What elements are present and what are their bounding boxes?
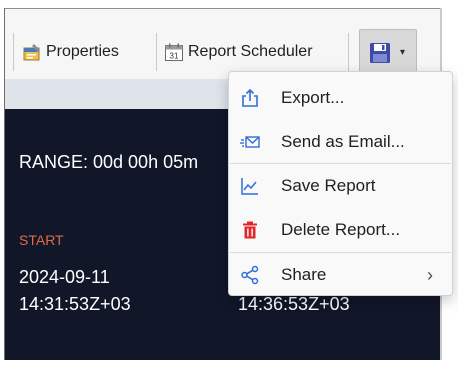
calendar-icon: 31 <box>164 42 184 62</box>
trash-icon <box>240 220 260 240</box>
menu-item-share[interactable]: Share › <box>229 253 452 297</box>
menu-item-label: Share <box>281 265 327 284</box>
chevron-down-icon[interactable]: ▾ <box>400 48 405 58</box>
chart-save-icon <box>240 176 260 196</box>
range-text: RANGE: 00d 00h 05m <box>19 152 199 172</box>
toolbar-separator <box>348 33 349 71</box>
menu-item-delete-report[interactable]: Delete Report... <box>229 208 452 252</box>
toolbar-separator <box>156 33 157 71</box>
menu-item-send-as-email[interactable]: Send as Email... <box>229 120 452 164</box>
menu-item-label: Delete Report... <box>281 220 401 239</box>
share-icon <box>240 265 260 285</box>
chevron-right-icon: › <box>427 265 433 285</box>
floppy-disk-icon <box>368 41 392 65</box>
start-date: 2024-09-11 <box>19 267 110 287</box>
save-dropdown-menu: Export... Send as Email... Save Report D… <box>228 71 453 296</box>
properties-label: Properties <box>46 43 119 60</box>
toolbar-separator <box>13 33 14 71</box>
save-dropdown-button[interactable]: ▾ <box>359 29 417 77</box>
properties-button[interactable]: Properties <box>22 33 119 71</box>
menu-item-label: Send as Email... <box>281 132 405 151</box>
start-label: START <box>19 232 64 248</box>
report-scheduler-label: Report Scheduler <box>188 43 313 60</box>
menu-item-label: Save Report <box>281 176 376 195</box>
report-toolbar: Properties 31 Report Scheduler ▾ <box>5 9 440 79</box>
menu-item-export[interactable]: Export... <box>229 76 452 120</box>
report-scheduler-button[interactable]: 31 Report Scheduler <box>164 33 313 71</box>
properties-icon <box>22 42 42 62</box>
start-time: 14:31:53Z+03 <box>19 294 131 314</box>
export-icon <box>240 88 260 108</box>
menu-item-save-report[interactable]: Save Report <box>229 164 452 208</box>
calendar-day-text: 31 <box>170 52 179 61</box>
menu-item-label: Export... <box>281 88 345 107</box>
email-icon <box>240 132 260 152</box>
start-datetime: 2024-09-11 14:31:53Z+03 <box>19 264 131 318</box>
